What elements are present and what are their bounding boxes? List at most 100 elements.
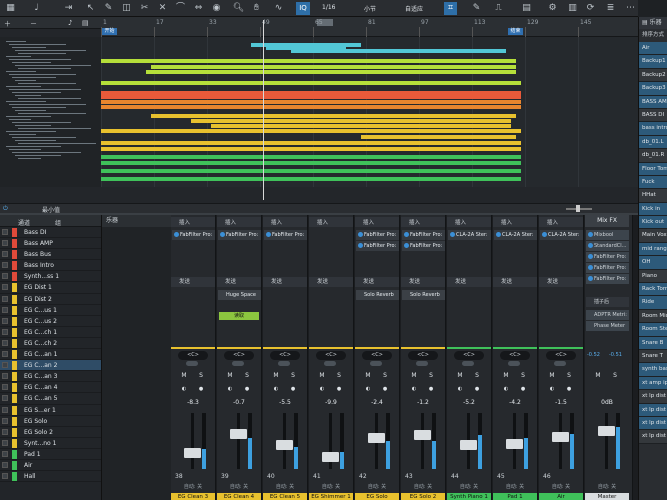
channel-visible-checkbox[interactable] <box>2 273 8 280</box>
browser-icon[interactable]: ▤ <box>82 19 89 27</box>
channel-row[interactable]: EG C...an 3 <box>0 371 101 383</box>
phase-toggle[interactable] <box>186 361 198 366</box>
monitor-icon[interactable]: ◐ <box>410 385 418 393</box>
insert-slot[interactable]: FabFilter Pro: <box>402 230 445 240</box>
browser-item[interactable]: Air <box>639 42 667 56</box>
send-header[interactable]: 发送 <box>401 277 445 287</box>
browser-item[interactable]: HHat <box>639 189 667 203</box>
monitor-icon[interactable]: ◐ <box>548 385 556 393</box>
solo-button[interactable]: S <box>243 372 251 380</box>
channel-visible-checkbox[interactable] <box>2 317 8 324</box>
automation-mode[interactable]: 自动: 关 <box>309 483 353 490</box>
browser-item[interactable]: Snare B <box>639 336 667 350</box>
volume-readout[interactable]: -1.2 <box>401 399 445 406</box>
master-insert-slot[interactable]: FabFilter Pro: <box>586 263 629 273</box>
fader-handle[interactable] <box>552 431 569 442</box>
volume-readout[interactable]: -9.9 <box>309 399 353 406</box>
event-clip[interactable] <box>101 105 521 109</box>
quantize-value[interactable]: 1/16 <box>322 4 335 11</box>
power-icon[interactable] <box>266 232 271 237</box>
mute-button[interactable]: M <box>272 372 280 380</box>
send-header[interactable]: 发送 <box>171 277 215 287</box>
fader-track[interactable] <box>605 413 608 469</box>
send-header[interactable]: 发送 <box>217 277 261 287</box>
send-header[interactable]: 发送 <box>493 277 537 287</box>
record-icon[interactable]: ● <box>243 385 251 393</box>
browser-item[interactable]: BASS DI <box>639 108 667 123</box>
grid-icon[interactable]: ▦ <box>4 2 17 15</box>
mute-button[interactable]: M <box>226 372 234 380</box>
solo-button[interactable]: S <box>611 372 619 380</box>
monitor-icon[interactable]: ◐ <box>180 385 188 393</box>
power-icon[interactable] <box>358 243 363 248</box>
mute-button[interactable]: M <box>456 372 464 380</box>
volume-readout[interactable]: -1.5 <box>539 399 583 406</box>
send-header[interactable]: 发送 <box>309 277 353 287</box>
master-insert-slot[interactable]: FabFilter Pro: <box>586 274 629 284</box>
solo-button[interactable]: S <box>427 372 435 380</box>
zoom-slider-thumb[interactable] <box>576 205 580 212</box>
send-slot[interactable]: Huge Space <box>218 290 261 300</box>
solo-button[interactable]: S <box>473 372 481 380</box>
channel-label[interactable]: Synth Piano 1 <box>447 493 491 500</box>
fader-handle[interactable] <box>230 429 247 440</box>
record-icon[interactable]: ● <box>473 385 481 393</box>
channel-label[interactable]: EG Solo 2 <box>401 493 445 500</box>
tab-more-icon[interactable]: ⋯ <box>624 2 637 15</box>
fader-handle[interactable] <box>460 440 477 451</box>
channel-visible-checkbox[interactable] <box>2 473 8 480</box>
add-track-icon[interactable]: ＋ <box>4 19 11 29</box>
volume-readout[interactable]: -4.2 <box>493 399 537 406</box>
power-icon[interactable] <box>358 232 363 237</box>
monitor-icon[interactable]: ◐ <box>318 385 326 393</box>
pencil-tool-icon[interactable]: ✎ <box>102 2 115 15</box>
channel-row[interactable]: EG C...ch 1 <box>0 327 101 338</box>
event-clip[interactable] <box>361 135 516 139</box>
volume-readout[interactable]: -5.5 <box>263 399 307 406</box>
browser-item[interactable]: Backup3 <box>639 82 667 96</box>
solo-button[interactable]: S <box>197 372 205 380</box>
solo-button[interactable]: S <box>519 372 527 380</box>
browser-item[interactable]: Ride <box>639 296 667 310</box>
automation-mode[interactable]: 自动: 关 <box>263 483 307 490</box>
channel-visible-checkbox[interactable] <box>2 251 8 258</box>
browser-item[interactable]: Snare T <box>639 349 667 364</box>
range-tool-icon[interactable]: ⇔ <box>192 2 205 15</box>
channel-label[interactable]: Air <box>539 493 583 500</box>
insert-header[interactable]: 插入 <box>493 217 537 227</box>
track-lanes[interactable] <box>101 37 638 187</box>
monitor-icon[interactable]: ◐ <box>272 385 280 393</box>
channel-row[interactable]: Synth...ss 1 <box>0 271 101 283</box>
send-header[interactable]: 发送 <box>355 277 399 287</box>
quantize-iq-button[interactable]: IQ <box>296 2 310 15</box>
arrange-icon[interactable]: ⏻ <box>3 205 8 213</box>
insert-slot[interactable]: FabFilter Pro: <box>402 241 445 251</box>
instrument-icon[interactable]: ♪ <box>68 19 72 27</box>
channel-visible-checkbox[interactable] <box>2 428 8 435</box>
browser-item[interactable]: Kick out <box>639 216 667 230</box>
master-post-slot[interactable]: ADPTR Metri: <box>586 310 629 320</box>
insert-header[interactable]: 插入 <box>263 217 307 227</box>
browser-item[interactable]: xt lp dist <box>639 416 667 431</box>
event-clip[interactable] <box>101 169 521 173</box>
tab-song-icon[interactable]: ▥ <box>566 2 579 15</box>
timebase-select[interactable]: 小节 <box>364 4 376 13</box>
tab-mix-icon[interactable]: ⎍ <box>492 2 505 15</box>
power-icon[interactable] <box>588 276 593 281</box>
master-insert-slot[interactable]: StandardCl... <box>586 241 629 251</box>
monitor-icon[interactable]: ◐ <box>364 385 372 393</box>
snap-mode-select[interactable]: 自适应 <box>405 4 423 13</box>
channel-label[interactable]: EG Solo <box>355 493 399 500</box>
pan-knob[interactable]: <C> <box>178 351 208 360</box>
power-icon[interactable] <box>588 265 593 270</box>
browser-item[interactable]: synth bass <box>639 363 667 377</box>
channel-row[interactable]: EG Dist 2 <box>0 294 101 305</box>
tab-edit-icon[interactable]: ✎ <box>470 2 483 15</box>
browser-item[interactable]: mid range <box>639 242 667 257</box>
power-icon[interactable] <box>404 232 409 237</box>
browser-item[interactable]: xt lp dist <box>639 390 667 404</box>
solo-button[interactable]: S <box>565 372 573 380</box>
channel-visible-checkbox[interactable] <box>2 262 8 269</box>
channel-visible-checkbox[interactable] <box>2 450 8 457</box>
channel-row[interactable]: Bass AMP <box>0 238 101 250</box>
